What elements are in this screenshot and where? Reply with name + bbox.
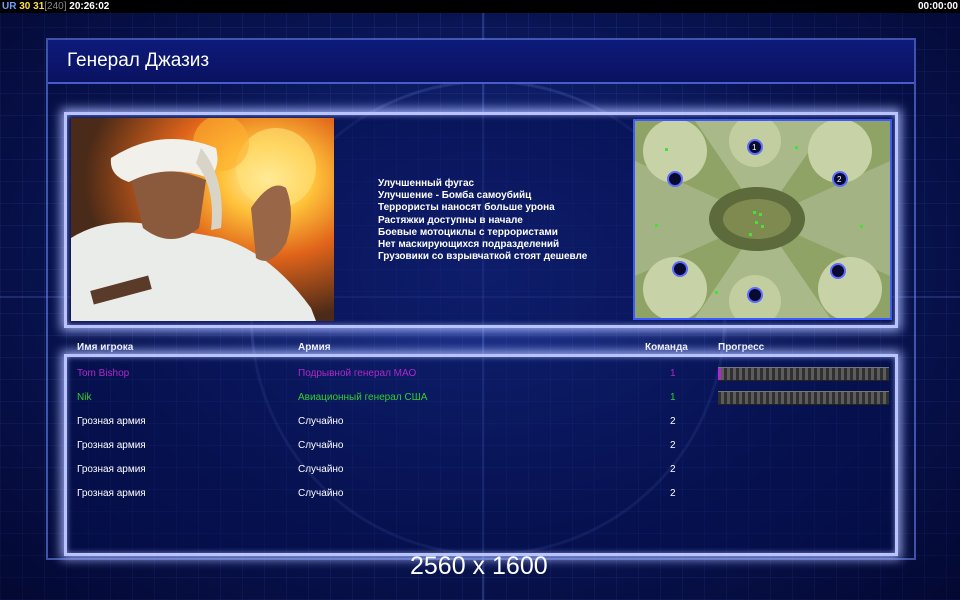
player-army[interactable]: Случайно [298,488,344,499]
player-army[interactable]: Авиационный генерал США [298,392,427,403]
player-team[interactable]: 2 [670,488,676,499]
player-progress-fill [718,368,722,380]
player-team[interactable]: 1 [670,392,676,403]
player-army[interactable]: Случайно [298,416,344,427]
description-line: Террористы наносят больше урона [378,202,555,214]
player-army[interactable]: Случайно [298,440,344,451]
general-portrait [71,118,334,321]
general-description: Улучшенный фугас Улучшение - Бомба самоу… [378,178,587,263]
status-value-3: [240] [44,1,67,12]
description-line: Грузовики со взрывчаткой стоят дешевле [378,251,588,263]
page-title: Генерал Джазиз [67,50,210,71]
player-name[interactable]: Грозная армия [77,464,146,475]
player-name[interactable]: Грозная армия [77,488,146,499]
player-list-panel [64,354,898,556]
description-line: Растяжки доступны в начале [378,214,523,226]
player-name[interactable]: Грозная армия [77,440,146,451]
status-value-1: 30 [19,1,31,12]
player-team[interactable]: 2 [670,440,676,451]
player-name[interactable]: Tom Bishop [77,368,129,379]
player-name[interactable]: Nik [77,392,91,403]
description-line: Улучшение - Бомба самоубийц [378,190,532,202]
status-ur: UR [2,1,17,12]
status-bar: UR 30 31[240] 20:26:02 00:00:00 [0,0,960,13]
status-clock: 20:26:02 [69,1,110,12]
player-army[interactable]: Подрывной генерал МАО [298,368,416,379]
description-line: Боевые мотоциклы с террористами [378,226,558,238]
map-preview: 1 2 [633,119,892,320]
description-line: Улучшенный фугас [378,178,475,189]
status-value-2: 31 [33,1,45,12]
header-army: Армия [298,342,331,353]
description-line: Нет маскирующихся подразделений [378,239,560,251]
player-progress-bar [718,391,889,405]
player-progress-bar [718,367,889,381]
map-start-label: 2 [837,175,842,184]
player-team[interactable]: 2 [670,416,676,427]
player-team[interactable]: 2 [670,464,676,475]
header-team: Команда [645,342,688,353]
player-name[interactable]: Грозная армия [77,416,146,427]
status-timer: 00:00:00 [917,1,958,12]
map-start-label: 1 [752,143,757,152]
player-army[interactable]: Случайно [298,464,344,475]
header-progress: Прогресс [718,342,765,353]
resolution-label: 2560 x 1600 [410,552,548,580]
header-player-name: Имя игрока [77,342,134,353]
player-team[interactable]: 1 [670,368,676,379]
